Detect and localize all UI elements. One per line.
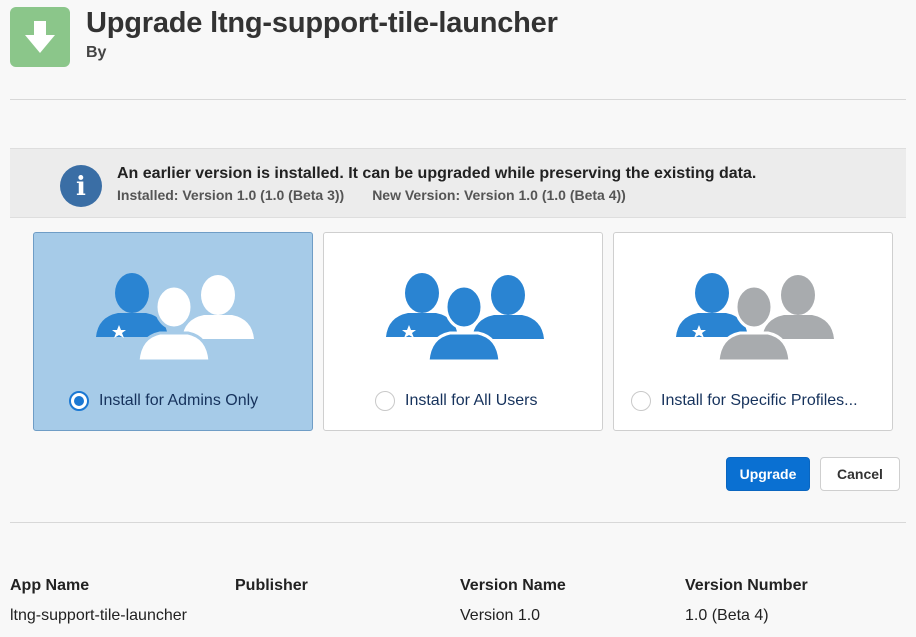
radio-all-users[interactable] (375, 391, 395, 411)
download-arrow-icon (10, 7, 70, 67)
column-header: Version Name (460, 577, 566, 594)
installed-version: Installed: Version 1.0 (1.0 (Beta 3)) (117, 187, 345, 203)
option-label: Install for Specific Profiles... (661, 392, 858, 409)
detail-version-name: Version Name Version 1.0 (460, 577, 566, 625)
column-value: Version 1.0 (460, 607, 541, 624)
header-divider (10, 99, 906, 100)
info-message: An earlier version is installed. It can … (117, 165, 757, 182)
all-users-group-icon (386, 273, 544, 363)
column-header: App Name (10, 577, 90, 594)
option-install-admins-only[interactable]: Install for Admins Only (33, 232, 313, 431)
column-value: ltng-support-tile-launcher (10, 607, 187, 624)
profiles-group-icon (676, 273, 834, 363)
upgrade-info-banner: i An earlier version is installed. It ca… (10, 148, 906, 218)
page-header: Upgrade ltng-support-tile-launcher By (10, 7, 906, 99)
column-header: Version Number (685, 577, 808, 594)
option-install-specific-profiles[interactable]: Install for Specific Profiles... (613, 232, 893, 431)
detail-publisher: Publisher (235, 577, 308, 607)
option-install-all-users[interactable]: Install for All Users (323, 232, 603, 431)
version-info: Installed: Version 1.0 (1.0 (Beta 3)) New… (117, 187, 626, 203)
option-label: Install for All Users (405, 392, 538, 409)
page-title: Upgrade ltng-support-tile-launcher (86, 7, 558, 39)
new-version: New Version: Version 1.0 (1.0 (Beta 4)) (372, 187, 626, 203)
detail-version-number: Version Number 1.0 (Beta 4) (685, 577, 808, 625)
detail-app-name: App Name ltng-support-tile-launcher (10, 577, 187, 625)
radio-specific-profiles[interactable] (631, 391, 651, 411)
radio-choice: Install for Admins Only (34, 391, 312, 413)
cancel-button[interactable]: Cancel (820, 457, 900, 491)
info-icon: i (60, 165, 102, 207)
admins-group-icon (96, 273, 254, 363)
upgrade-button[interactable]: Upgrade (726, 457, 810, 491)
option-label: Install for Admins Only (99, 392, 259, 409)
publisher-by-label: By (86, 44, 107, 61)
radio-choice: Install for Specific Profiles... (614, 391, 892, 413)
details-divider (10, 522, 906, 523)
column-value: 1.0 (Beta 4) (685, 607, 769, 624)
radio-choice: Install for All Users (324, 391, 602, 413)
radio-admins-only[interactable] (69, 391, 89, 411)
column-header: Publisher (235, 577, 308, 594)
